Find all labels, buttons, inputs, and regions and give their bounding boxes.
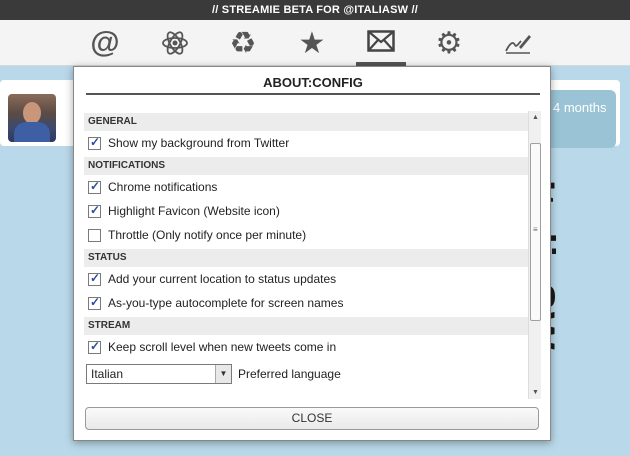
checkbox[interactable] (88, 339, 101, 354)
checkbox[interactable] (88, 135, 101, 150)
recycle-icon: ♻ (229, 26, 257, 60)
language-select[interactable]: Italian ▼ (86, 364, 232, 384)
option-label: As-you-type autocomplete for screen name… (108, 296, 344, 310)
at-icon: @ (90, 26, 120, 59)
section-notifications: NOTIFICATIONS (84, 157, 528, 175)
atom-icon (162, 31, 188, 55)
option-autocomplete[interactable]: As-you-type autocomplete for screen name… (84, 291, 528, 315)
scrollbar-thumb[interactable]: ≡ (530, 143, 541, 321)
section-stream: STREAM (84, 317, 528, 335)
option-label: Show my background from Twitter (108, 136, 290, 150)
language-select-value: Italian (91, 367, 124, 381)
checkbox[interactable] (88, 271, 101, 286)
chevron-down-icon[interactable]: ▼ (215, 365, 231, 383)
close-button[interactable]: CLOSE (85, 407, 539, 430)
checkbox[interactable] (88, 179, 101, 194)
scroll-up-icon[interactable]: ▲ (529, 111, 542, 124)
option-highlight-favicon[interactable]: Highlight Favicon (Website icon) (84, 199, 528, 223)
option-add-location[interactable]: Add your current location to status upda… (84, 267, 528, 291)
retweets-tab[interactable]: ♻ (218, 20, 268, 66)
option-label: Highlight Favicon (Website icon) (108, 204, 280, 218)
checkbox[interactable] (88, 295, 101, 310)
option-chrome-notifications[interactable]: Chrome notifications (84, 175, 528, 199)
option-label: Add your current location to status upda… (108, 272, 337, 286)
option-throttle[interactable]: Throttle (Only notify once per minute) (84, 223, 528, 247)
option-label: Throttle (Only notify once per minute) (108, 228, 307, 242)
window-title: // STREAMIE BETA FOR @ITALIASW // (0, 0, 630, 20)
checkbox[interactable] (88, 203, 101, 218)
toolbar: @ ♻ ★ ⚙ (0, 20, 630, 66)
mentions-tab[interactable]: @ (80, 20, 130, 66)
dialog-title: ABOUT:CONFIG (86, 73, 540, 95)
settings-tab[interactable]: ⚙ (424, 20, 474, 66)
config-options: GENERAL Show my background from Twitter … (84, 111, 528, 397)
favorites-tab[interactable]: ★ (287, 20, 337, 66)
trending-tab[interactable] (150, 20, 200, 66)
avatar[interactable] (8, 94, 56, 142)
language-label: Preferred language (238, 367, 341, 381)
checkbox[interactable] (88, 228, 101, 242)
options-scrollbar[interactable]: ▲ ≡ ▼ (528, 111, 541, 399)
gear-icon: ⚙ (435, 26, 463, 60)
compose-tab[interactable] (493, 20, 543, 66)
config-dialog: ABOUT:CONFIG GENERAL Show my background … (73, 66, 551, 441)
section-general: GENERAL (84, 113, 528, 131)
section-status: STATUS (84, 249, 528, 267)
star-icon: ★ (298, 26, 326, 60)
option-label: Chrome notifications (108, 180, 218, 194)
option-show-background[interactable]: Show my background from Twitter (84, 131, 528, 155)
scroll-down-icon[interactable]: ▼ (529, 386, 542, 399)
envelope-icon (367, 30, 395, 52)
direct-messages-tab[interactable] (356, 20, 406, 66)
signature-icon (505, 35, 531, 54)
option-keep-scroll[interactable]: Keep scroll level when new tweets come i… (84, 335, 528, 359)
tweet-time-label[interactable]: 4 months (540, 90, 616, 148)
option-label: Keep scroll level when new tweets come i… (108, 340, 337, 354)
language-row: Italian ▼ Preferred language (84, 361, 528, 387)
